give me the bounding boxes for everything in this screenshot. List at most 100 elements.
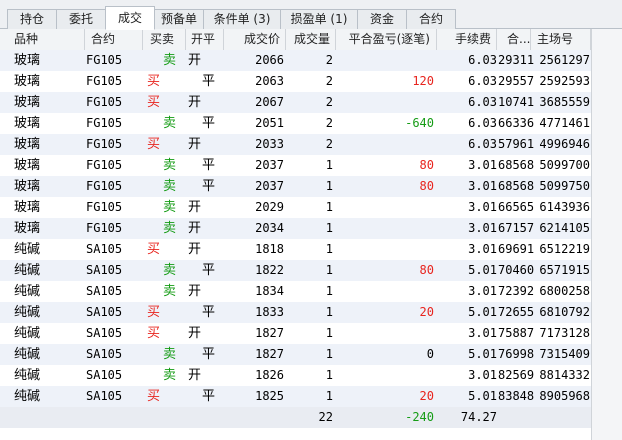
product-cell: 纯碱: [14, 305, 41, 320]
pnl-cell: [336, 134, 437, 155]
table-row[interactable]: 纯碱 SA105 卖开 1834 1 3.01 72392 6800258: [0, 281, 591, 302]
column-header-exchange-id[interactable]: 主场号: [531, 29, 591, 50]
tab-positions-label: 持仓: [19, 12, 44, 26]
total-pnl: -240: [405, 410, 434, 424]
tab-funds[interactable]: 资金: [357, 9, 407, 29]
table-row[interactable]: 玻璃 FG105 买 平 2063 2 120 6.03 29557 2592593: [0, 71, 591, 92]
contract-cell: FG105: [86, 95, 123, 109]
product-cell: 玻璃: [14, 200, 41, 215]
contract-cell: FG105: [86, 200, 123, 214]
tab-contracts[interactable]: 合约: [406, 9, 456, 29]
table-row[interactable]: 纯碱 SA105 买 平 1825 1 20 5.01 83848 8905968: [0, 386, 591, 407]
open-close-cell: 开: [188, 200, 202, 215]
tab-bar: 持仓 委托 成交 预备单 条件单 (3) 损盈单 (1) 资金 合约: [0, 0, 622, 30]
table-row[interactable]: 纯碱 SA105 卖 平 1822 1 80 5.01 70460 6571915: [0, 260, 591, 281]
table-row[interactable]: 纯碱 SA105 买 开 1818 1 3.01 69691 6512219: [0, 239, 591, 260]
column-header-fee[interactable]: 手续费: [437, 29, 497, 50]
open-close-cell: 开: [188, 221, 202, 236]
exchange-id-cell: 6512219: [539, 242, 590, 256]
trade-no-cell: 68568: [498, 179, 534, 193]
total-quantity: 22: [318, 410, 333, 424]
exchange-id-cell: 6800258: [539, 284, 590, 298]
product-cell: 玻璃: [14, 74, 41, 89]
quantity-cell: 2: [325, 137, 333, 151]
column-header-contract[interactable]: 合约: [85, 29, 143, 50]
tab-funds-label: 资金: [369, 12, 394, 26]
table-row[interactable]: 玻璃 FG105 卖开 2029 1 3.01 66565 6143936: [0, 197, 591, 218]
price-cell: 1826: [255, 368, 284, 382]
column-header-close-pnl[interactable]: 平合盈亏(逐笔): [336, 29, 437, 50]
column-header-quantity[interactable]: 成交量: [286, 29, 336, 50]
tab-trades[interactable]: 成交: [105, 6, 155, 30]
table-row[interactable]: 玻璃 FG105 卖 平 2051 2 -640 6.03 66336 4771461: [0, 113, 591, 134]
contract-cell: FG105: [86, 53, 123, 67]
contract-cell: SA105: [86, 347, 123, 361]
column-header-open-close[interactable]: 开平: [186, 29, 224, 50]
product-cell: 纯碱: [14, 389, 41, 404]
tab-positions[interactable]: 持仓: [7, 9, 57, 29]
tab-orders-label: 委托: [68, 12, 93, 26]
contract-cell: SA105: [86, 326, 123, 340]
product-cell: 玻璃: [14, 179, 41, 194]
exchange-id-cell: 4996946: [539, 137, 590, 151]
contract-cell: SA105: [86, 368, 123, 382]
fee-cell: 6.03: [468, 53, 497, 67]
fee-cell: 3.01: [468, 284, 497, 298]
table-row[interactable]: 纯碱 SA105 卖 平 1827 1 0 5.01 76998 7315409: [0, 344, 591, 365]
table-row[interactable]: 玻璃 FG105 卖开 2034 1 3.01 67157 6214105: [0, 218, 591, 239]
trade-no-cell: 72392: [498, 284, 534, 298]
open-close-cell: 平: [202, 116, 216, 131]
table-row[interactable]: 玻璃 FG105 卖开 2066 2 6.03 29311 2561297: [0, 50, 591, 71]
exchange-id-cell: 8814332: [539, 368, 590, 382]
table-row[interactable]: 纯碱 SA105 买 开 1827 1 3.01 75887 7173128: [0, 323, 591, 344]
contract-cell: FG105: [86, 158, 123, 172]
table-row[interactable]: 玻璃 FG105 卖 平 2037 1 80 3.01 68568 5099700: [0, 155, 591, 176]
pnl-cell: 80: [419, 179, 434, 193]
table-row[interactable]: 纯碱 SA105 卖开 1826 1 3.01 82569 8814332: [0, 365, 591, 386]
fee-cell: 6.03: [468, 95, 497, 109]
contract-cell: SA105: [86, 389, 123, 403]
tab-stop-orders[interactable]: 损盈单 (1): [280, 9, 358, 29]
column-header-side[interactable]: 买卖: [143, 29, 186, 50]
fee-cell: 3.01: [468, 221, 497, 235]
table-row[interactable]: 玻璃 FG105 卖 平 2037 1 80 3.01 68568 5099750: [0, 176, 591, 197]
trade-no-cell: 66336: [498, 116, 534, 130]
price-cell: 1825: [255, 389, 284, 403]
quantity-cell: 1: [325, 221, 333, 235]
table-row[interactable]: 玻璃 FG105 买 开 2033 2 6.03 57961 4996946: [0, 134, 591, 155]
product-cell: 玻璃: [14, 53, 41, 68]
table-row[interactable]: 纯碱 SA105 买 平 1833 1 20 5.01 72655 6810792: [0, 302, 591, 323]
tab-orders[interactable]: 委托: [56, 9, 106, 29]
trade-no-cell: 66565: [498, 200, 534, 214]
trade-no-cell: 72655: [498, 305, 534, 319]
trade-no-cell: 68568: [498, 158, 534, 172]
exchange-id-cell: 2561297: [539, 53, 590, 67]
price-cell: 2029: [255, 200, 284, 214]
contract-cell: SA105: [86, 263, 123, 277]
open-close-cell: 开: [188, 326, 202, 341]
fee-cell: 3.01: [468, 179, 497, 193]
side-cell: 卖: [163, 347, 177, 362]
quantity-cell: 2: [325, 116, 333, 130]
fee-cell: 3.01: [468, 368, 497, 382]
trade-no-cell: 69691: [498, 242, 534, 256]
pnl-cell: 20: [419, 389, 434, 403]
exchange-id-cell: 6214105: [539, 221, 590, 235]
fee-cell: 6.03: [468, 74, 497, 88]
tab-prepared-orders[interactable]: 预备单: [154, 9, 204, 29]
side-cell: 卖: [163, 116, 177, 131]
open-close-cell: 开: [188, 95, 202, 110]
exchange-id-cell: 7173128: [539, 326, 590, 340]
contract-cell: SA105: [86, 242, 123, 256]
price-cell: 1827: [255, 326, 284, 340]
tab-stop-orders-label: 损盈单 (1): [290, 12, 348, 26]
open-close-cell: 平: [202, 179, 216, 194]
side-cell: 卖: [163, 263, 177, 278]
tab-conditional-orders[interactable]: 条件单 (3): [203, 9, 281, 29]
exchange-id-cell: 3685559: [539, 95, 590, 109]
column-header-price[interactable]: 成交价: [224, 29, 286, 50]
pnl-cell: [336, 92, 437, 113]
table-row[interactable]: 玻璃 FG105 买 开 2067 2 6.03 10741 3685559: [0, 92, 591, 113]
column-header-contract-short[interactable]: 合...: [497, 29, 531, 50]
column-header-product[interactable]: 品种: [0, 29, 85, 50]
